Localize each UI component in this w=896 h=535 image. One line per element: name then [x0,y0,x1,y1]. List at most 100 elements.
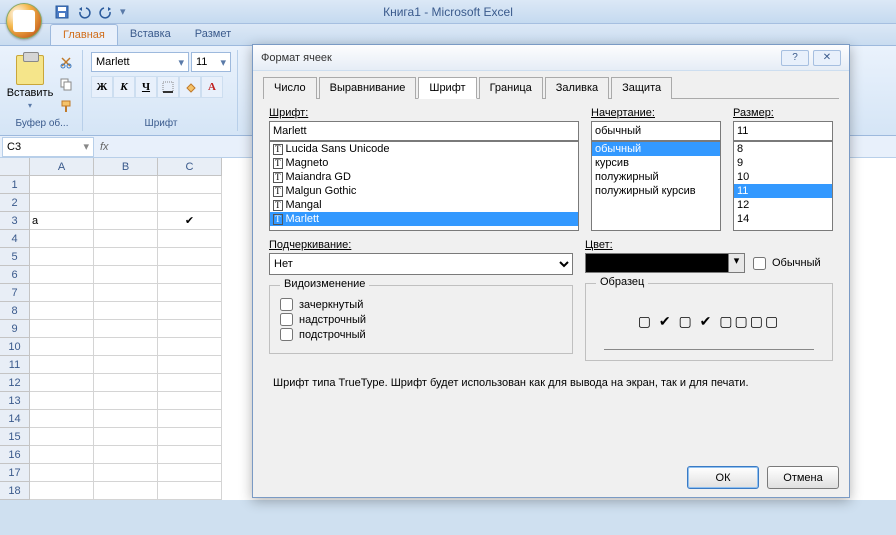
font-input[interactable] [269,121,579,141]
cell[interactable] [94,338,158,356]
size-list[interactable]: 8910111214 [733,141,833,231]
cell[interactable] [158,464,222,482]
cell[interactable] [30,356,94,374]
list-item[interactable]: TMagneto [270,156,578,170]
cell[interactable] [30,374,94,392]
save-icon[interactable] [54,4,70,20]
close-button[interactable]: ✕ [813,50,841,66]
cell[interactable] [158,410,222,428]
cell[interactable] [158,176,222,194]
cell[interactable] [94,230,158,248]
row-header[interactable]: 1 [0,176,30,194]
cell[interactable] [30,320,94,338]
undo-icon[interactable] [76,4,92,20]
row-header[interactable]: 11 [0,356,30,374]
cell[interactable] [30,284,94,302]
cut-button[interactable] [56,52,76,72]
list-item[interactable]: TLucida Sans Unicode [270,142,578,156]
row-header[interactable]: 5 [0,248,30,266]
cell[interactable] [94,302,158,320]
cell[interactable] [94,212,158,230]
select-all-corner[interactable] [0,158,30,176]
list-item[interactable]: 11 [734,184,832,198]
cell[interactable] [94,464,158,482]
size-input[interactable] [733,121,833,141]
cell[interactable] [30,266,94,284]
tab-border[interactable]: Граница [479,77,543,99]
list-item[interactable]: TMangal [270,198,578,212]
row-header[interactable]: 8 [0,302,30,320]
tab-fill[interactable]: Заливка [545,77,609,99]
copy-button[interactable] [56,74,76,94]
cell[interactable] [94,410,158,428]
row-header[interactable]: 18 [0,482,30,500]
cell[interactable] [94,176,158,194]
cell[interactable] [158,482,222,500]
qat-dropdown-icon[interactable]: ▾ [120,5,126,18]
normal-font-checkbox[interactable]: Обычный [753,257,821,270]
subscript-checkbox[interactable]: подстрочный [280,328,562,341]
color-picker[interactable]: ▾ [585,253,745,273]
cell[interactable] [30,248,94,266]
list-item[interactable]: курсив [592,156,720,170]
list-item[interactable]: 9 [734,156,832,170]
cell[interactable] [94,374,158,392]
font-name-combo[interactable]: Marlett ▾ [91,52,189,72]
row-header[interactable]: 15 [0,428,30,446]
cell[interactable] [30,194,94,212]
cell[interactable] [158,194,222,212]
list-item[interactable]: 10 [734,170,832,184]
ok-button[interactable]: ОК [687,466,759,489]
list-item[interactable]: TMalgun Gothic [270,184,578,198]
list-item[interactable]: 12 [734,198,832,212]
cell[interactable] [30,230,94,248]
row-header[interactable]: 12 [0,374,30,392]
list-item[interactable]: 14 [734,212,832,226]
italic-button[interactable]: К [113,76,135,98]
list-item[interactable]: обычный [592,142,720,156]
cell[interactable] [94,194,158,212]
list-item[interactable]: TMarlett [270,212,578,226]
row-header[interactable]: 17 [0,464,30,482]
row-header[interactable]: 14 [0,410,30,428]
redo-icon[interactable] [98,4,114,20]
cell[interactable] [158,446,222,464]
cell[interactable] [158,356,222,374]
cell[interactable] [94,356,158,374]
dialog-titlebar[interactable]: Формат ячеек ? ✕ [253,45,849,71]
cell[interactable] [30,302,94,320]
cell[interactable] [94,248,158,266]
paste-button[interactable]: Вставить ▾ [8,52,52,116]
name-box[interactable]: C3 ▾ [2,137,94,157]
cell[interactable] [30,446,94,464]
col-header[interactable]: A [30,158,94,176]
cell[interactable] [158,374,222,392]
cell[interactable] [158,302,222,320]
list-item[interactable]: полужирный [592,170,720,184]
list-item[interactable]: 8 [734,142,832,156]
cell[interactable] [30,338,94,356]
row-header[interactable]: 9 [0,320,30,338]
list-item[interactable]: полужирный курсив [592,184,720,198]
underline-select[interactable]: Нет [269,253,573,275]
row-header[interactable]: 16 [0,446,30,464]
cell[interactable] [30,428,94,446]
cell[interactable] [158,428,222,446]
office-button[interactable] [6,3,42,39]
cell[interactable] [94,392,158,410]
strike-checkbox[interactable]: зачеркнутый [280,298,562,311]
tab-layout[interactable]: Размет [183,24,243,45]
cancel-button[interactable]: Отмена [767,466,839,489]
cell[interactable] [158,248,222,266]
cell[interactable] [30,410,94,428]
row-header[interactable]: 7 [0,284,30,302]
fill-color-button[interactable] [179,76,201,98]
font-color-button[interactable]: A [201,76,223,98]
col-header[interactable]: C [158,158,222,176]
cell[interactable] [30,464,94,482]
style-list[interactable]: обычныйкурсивполужирныйполужирный курсив [591,141,721,231]
superscript-checkbox[interactable]: надстрочный [280,313,562,326]
col-header[interactable]: B [94,158,158,176]
tab-home[interactable]: Главная [50,24,118,45]
border-button[interactable] [157,76,179,98]
